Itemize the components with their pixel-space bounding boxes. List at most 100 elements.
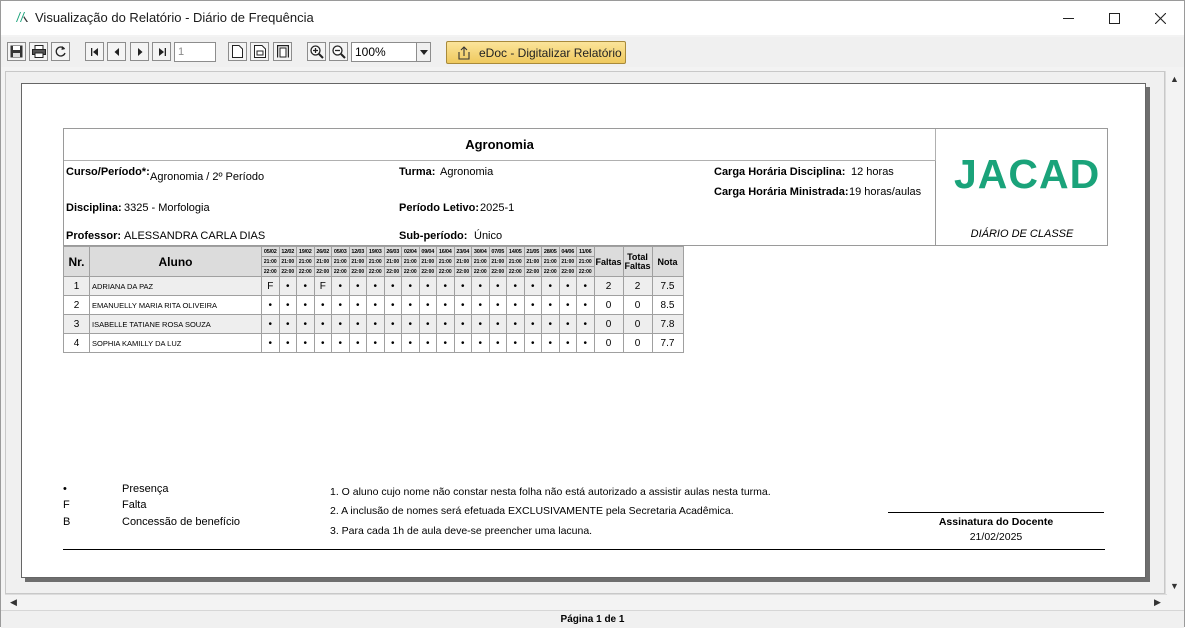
attendance-mark: • xyxy=(261,295,280,315)
attendance-mark: • xyxy=(383,314,402,334)
attendance-mark: • xyxy=(401,333,420,353)
attendance-mark: • xyxy=(331,295,350,315)
time-end-header: 22:00 xyxy=(576,266,595,277)
attendance-mark: • xyxy=(471,276,490,296)
faltas-cell: 2 xyxy=(593,276,624,296)
nota-cell: 8.5 xyxy=(651,295,684,315)
attendance-mark: • xyxy=(471,333,490,353)
attendance-mark: • xyxy=(506,295,525,315)
save-button[interactable] xyxy=(7,42,26,61)
attendance-mark: • xyxy=(296,314,315,334)
attendance-mark: • xyxy=(348,276,367,296)
date-header: 16/04 xyxy=(436,246,455,257)
attendance-mark: • xyxy=(278,276,297,296)
attendance-mark: • xyxy=(453,333,472,353)
attendance-mark: • xyxy=(453,276,472,296)
page-number-input[interactable]: 1 xyxy=(174,42,216,62)
vertical-scrollbar[interactable]: ▲ ▼ xyxy=(1165,71,1182,594)
time-end-header: 22:00 xyxy=(296,266,315,277)
scroll-down-icon[interactable]: ▼ xyxy=(1167,578,1182,593)
time-start-header: 21:00 xyxy=(383,256,402,267)
first-page-button[interactable] xyxy=(85,42,104,61)
date-header: 23/04 xyxy=(453,246,472,257)
whole-page-icon xyxy=(276,45,289,58)
report-page: Agronomia Curso/Período*: Agronomia / 2º… xyxy=(21,83,1146,578)
close-button[interactable] xyxy=(1137,1,1183,35)
report-info: Curso/Período*: Agronomia / 2º Período T… xyxy=(64,161,936,246)
col-total-faltas: Total Faltas xyxy=(622,246,653,277)
horizontal-scrollbar[interactable]: ◀ ▶ xyxy=(5,594,1167,611)
edoc-label: eDoc - Digitalizar Relatório xyxy=(479,45,622,60)
attendance-mark: • xyxy=(436,333,455,353)
edoc-digitize-button[interactable]: eDoc - Digitalizar Relatório xyxy=(446,41,626,64)
subperiodo-label: Sub-período: xyxy=(399,230,468,242)
attendance-mark: • xyxy=(331,276,350,296)
note-2: 2. A inclusão de nomes será efetuada EXC… xyxy=(330,505,734,517)
last-page-button[interactable] xyxy=(152,42,171,61)
next-page-button[interactable] xyxy=(130,42,149,61)
date-header: 12/03 xyxy=(348,246,367,257)
total-faltas-cell: 0 xyxy=(622,295,653,315)
single-page-button[interactable] xyxy=(228,42,247,61)
time-end-header: 22:00 xyxy=(313,266,332,277)
zoom-select[interactable]: 100% xyxy=(351,42,431,62)
attendance-mark: • xyxy=(331,333,350,353)
time-end-header: 22:00 xyxy=(523,266,542,277)
attendance-mark: • xyxy=(541,276,560,296)
maximize-icon xyxy=(1108,12,1120,24)
legend-text: Concessão de benefício xyxy=(122,516,241,528)
table-row: 1 ADRIANA DA PAZ F • • F • • • • • • • • • • • • • • • 2 2 7.5 xyxy=(63,276,684,296)
maximize-button[interactable] xyxy=(1091,1,1137,35)
legend-symbol: • xyxy=(63,483,67,495)
carga-ministrada-label: Carga Horária Ministrada: xyxy=(714,186,849,198)
attendance-mark: • xyxy=(436,276,455,296)
time-start-header: 21:00 xyxy=(523,256,542,267)
date-header: 21/05 xyxy=(523,246,542,257)
time-start-header: 21:00 xyxy=(471,256,490,267)
print-button[interactable] xyxy=(29,42,48,61)
attendance-mark: • xyxy=(418,333,437,353)
zoom-in-button[interactable] xyxy=(307,42,326,61)
whole-page-button[interactable] xyxy=(273,42,292,61)
time-start-header: 21:00 xyxy=(418,256,437,267)
chevron-down-icon[interactable] xyxy=(416,43,430,61)
scroll-right-icon[interactable]: ▶ xyxy=(1150,595,1165,610)
date-header: 02/04 xyxy=(401,246,420,257)
legend-symbol: B xyxy=(63,516,71,528)
row-number: 1 xyxy=(63,276,90,296)
zoom-out-button[interactable] xyxy=(329,42,348,61)
time-end-header: 22:00 xyxy=(541,266,560,277)
previous-page-button[interactable] xyxy=(107,42,126,61)
attendance-mark: • xyxy=(523,295,542,315)
scroll-up-icon[interactable]: ▲ xyxy=(1167,71,1182,86)
faltas-cell: 0 xyxy=(593,314,624,334)
faltas-cell: 0 xyxy=(593,333,624,353)
report-viewer: Agronomia Curso/Período*: Agronomia / 2º… xyxy=(5,71,1165,594)
attendance-mark: • xyxy=(488,295,507,315)
minimize-button[interactable] xyxy=(1045,1,1091,35)
attendance-mark: • xyxy=(418,295,437,315)
report-header: Agronomia Curso/Período*: Agronomia / 2º… xyxy=(63,128,1108,246)
time-start-header: 21:00 xyxy=(436,256,455,267)
next-page-icon xyxy=(137,47,142,56)
page-info: Página 1 de 1 xyxy=(560,614,625,625)
refresh-button[interactable] xyxy=(51,42,70,61)
time-start-header: 21:00 xyxy=(261,256,280,267)
printer-icon xyxy=(31,45,46,58)
status-bar: Página 1 de 1 xyxy=(1,610,1184,628)
date-header: 05/03 xyxy=(331,246,350,257)
attendance-mark: • xyxy=(558,314,577,334)
curso-value: Agronomia / 2º Período xyxy=(150,171,265,183)
time-start-header: 21:00 xyxy=(313,256,332,267)
scroll-left-icon[interactable]: ◀ xyxy=(6,595,21,610)
page-width-button[interactable] xyxy=(250,42,269,61)
time-end-header: 22:00 xyxy=(383,266,402,277)
date-header: 04/06 xyxy=(558,246,577,257)
attendance-mark: • xyxy=(541,295,560,315)
attendance-mark: • xyxy=(278,314,297,334)
footer-divider xyxy=(63,549,1105,550)
attendance-mark: • xyxy=(558,333,577,353)
single-page-icon xyxy=(232,45,243,58)
attendance-mark: • xyxy=(383,295,402,315)
table-header-row: Nr. Aluno 05/02 12/02 19/02 26/02 05/03 12/03… xyxy=(63,246,684,277)
